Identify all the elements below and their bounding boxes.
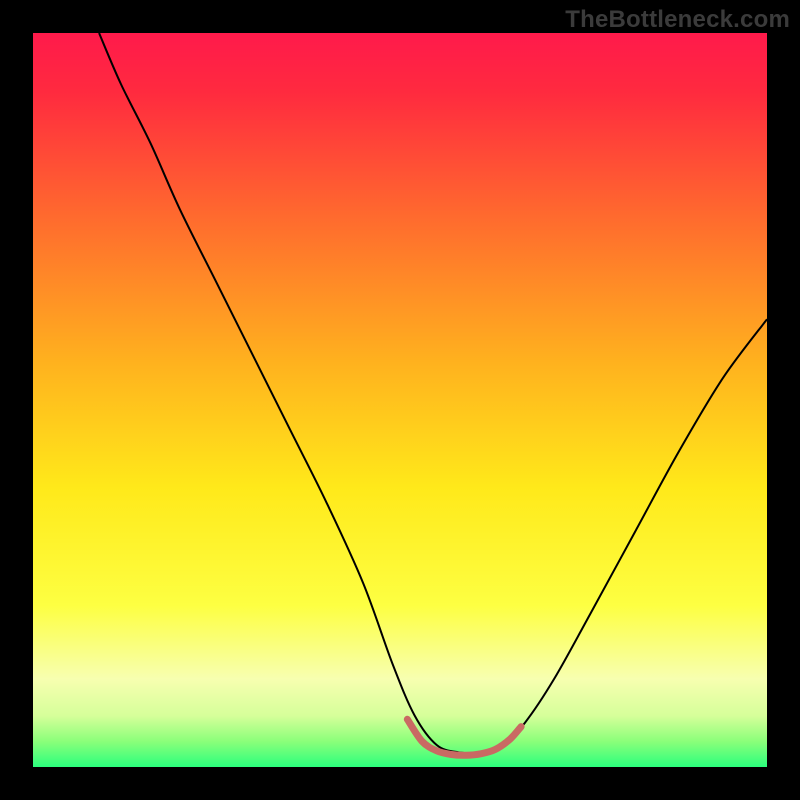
valley-highlight <box>407 719 521 755</box>
chart-container: TheBottleneck.com <box>0 0 800 800</box>
curve-layer <box>33 33 767 767</box>
watermark-text: TheBottleneck.com <box>565 6 790 34</box>
bottleneck-curve <box>99 33 767 753</box>
plot-area <box>33 33 767 767</box>
